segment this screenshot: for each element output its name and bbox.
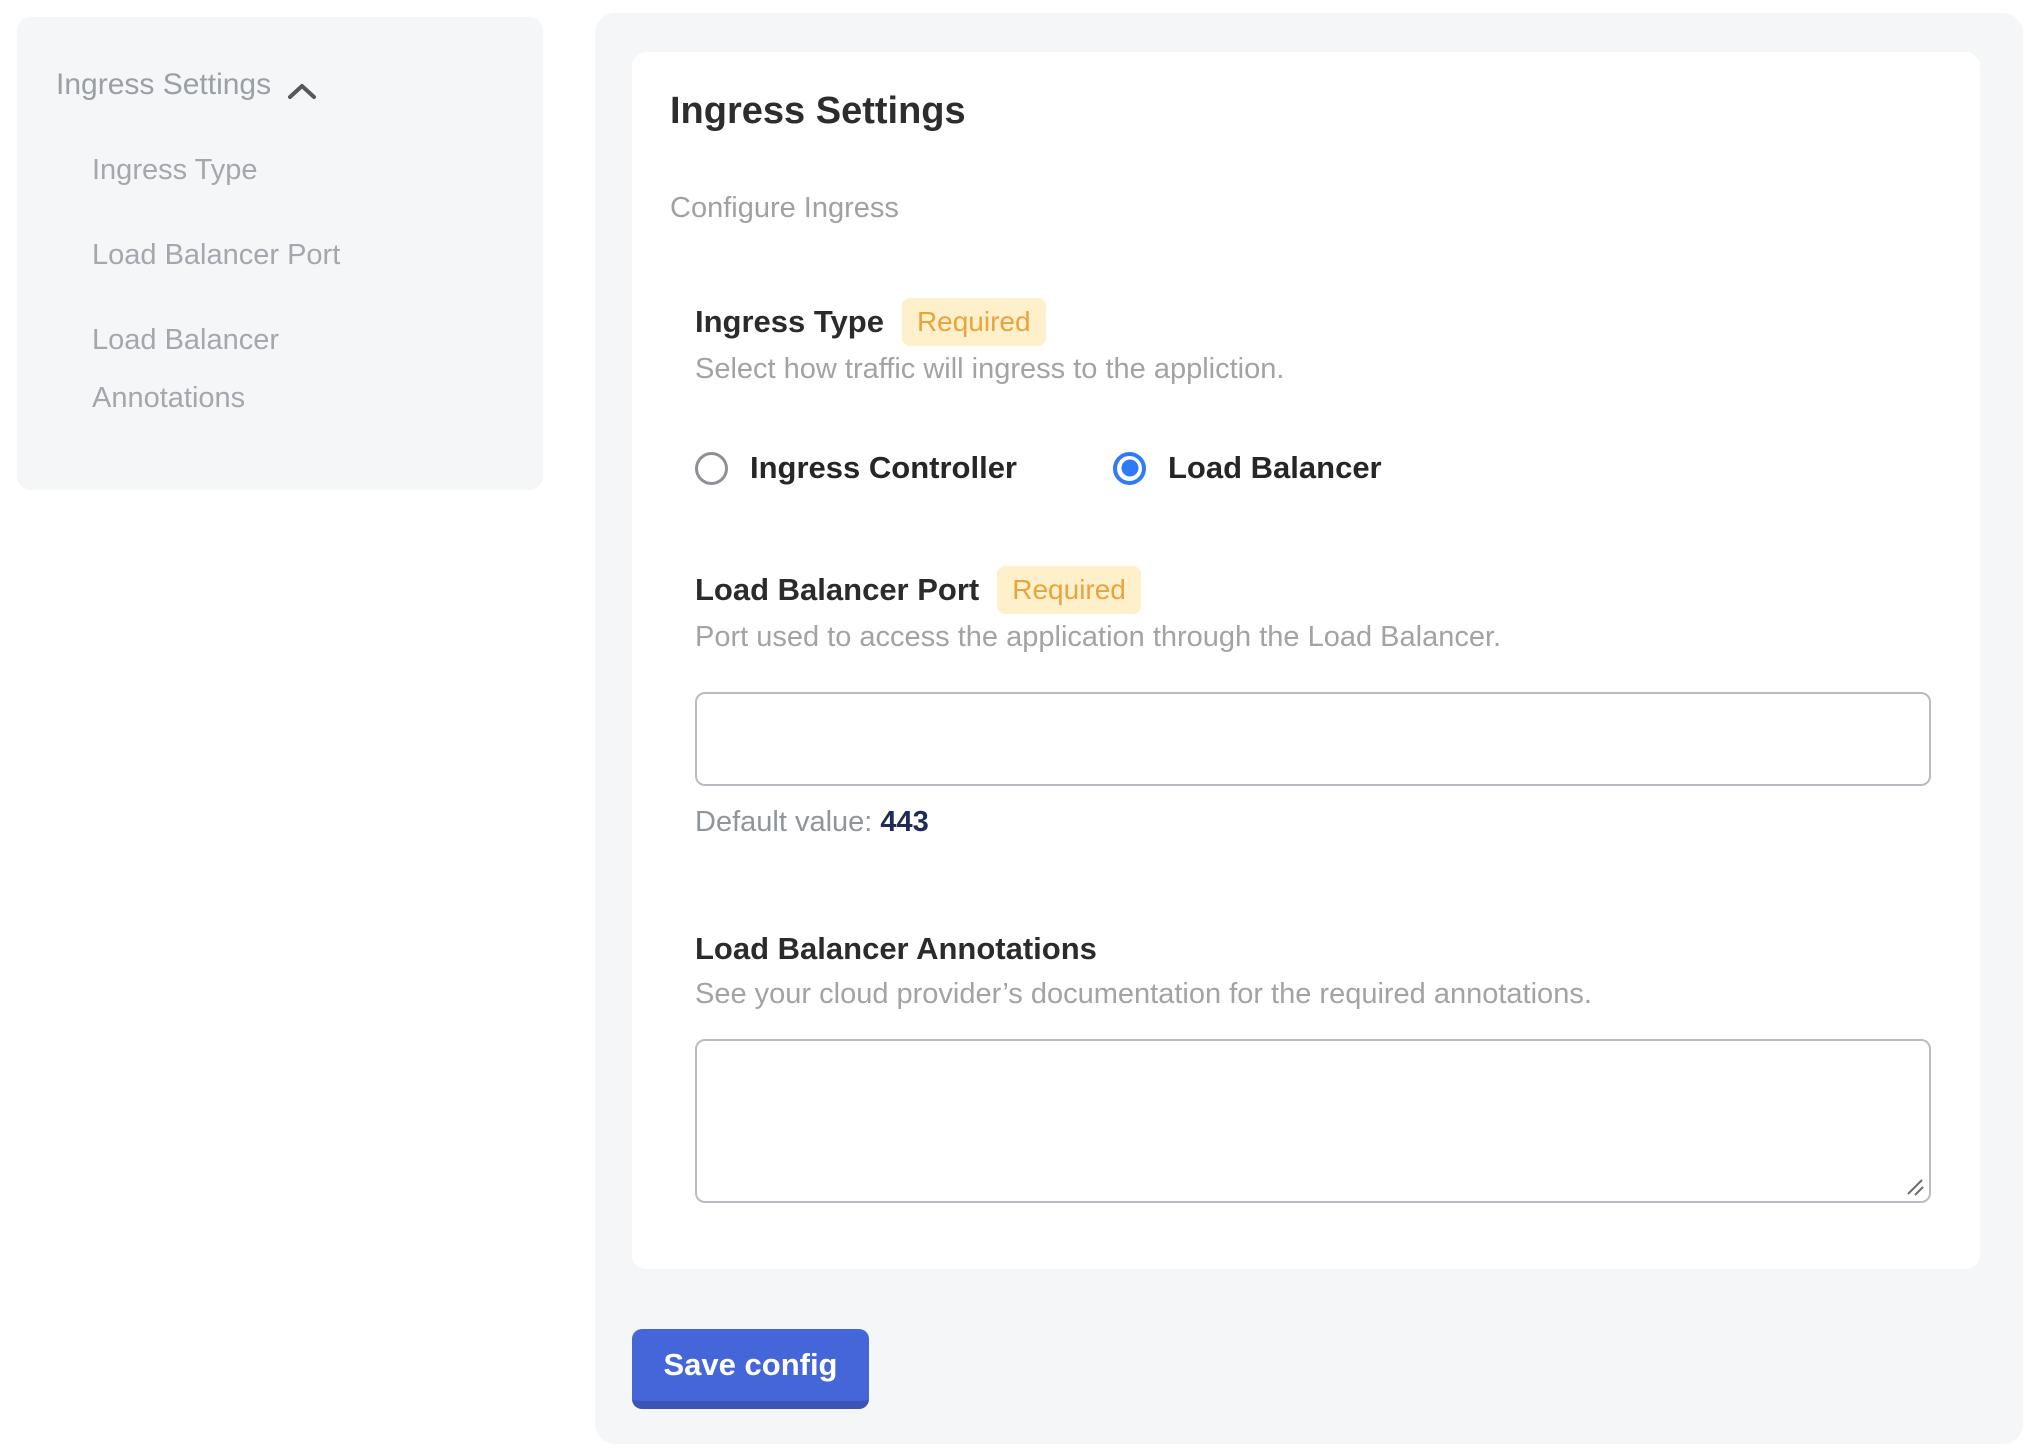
sidebar-item-ingress-type[interactable]: Ingress Type [92,141,422,199]
sidebar-item-list: Ingress Type Load Balancer Port Load Bal… [56,141,503,427]
radio-option-load-balancer[interactable]: Load Balancer [1113,450,1382,486]
default-value-line: Default value:443 [695,806,1932,839]
chevron-up-icon [287,75,317,95]
load-balancer-annotations-description: See your cloud provider’s documentation … [695,975,1932,1013]
radio-selected-icon[interactable] [1113,452,1146,485]
field-load-balancer-port: Load Balancer Port Required Port used to… [695,566,1932,839]
load-balancer-port-label: Load Balancer Port [695,568,979,612]
ingress-settings-card: Ingress Settings Configure Ingress Ingre… [632,52,1980,1269]
required-badge: Required [997,566,1141,614]
sidebar-item-load-balancer-port[interactable]: Load Balancer Port [92,226,422,284]
page-subtitle: Configure Ingress [670,190,1932,226]
page-title: Ingress Settings [670,88,1932,134]
default-value-number: 443 [880,806,928,838]
radio-unselected-icon[interactable] [695,452,728,485]
resize-handle-icon[interactable] [1904,1176,1926,1198]
ingress-type-label: Ingress Type [695,300,884,344]
sidebar-section-ingress-settings[interactable]: Ingress Settings [56,67,503,103]
settings-panel: Ingress Settings Configure Ingress Ingre… [595,13,2023,1444]
save-config-button[interactable]: Save config [632,1329,869,1409]
sidebar-item-load-balancer-annotations[interactable]: Load Balancer Annotations [92,311,422,427]
load-balancer-annotations-label: Load Balancer Annotations [695,927,1097,971]
load-balancer-port-description: Port used to access the application thro… [695,618,1932,656]
load-balancer-annotations-textarea[interactable] [695,1039,1931,1203]
sidebar-section-label: Ingress Settings [56,67,271,103]
load-balancer-port-input[interactable] [695,692,1931,786]
ingress-type-radio-group: Ingress Controller Load Balancer [695,450,1932,486]
field-ingress-type: Ingress Type Required Select how traffic… [695,298,1932,486]
radio-option-ingress-controller[interactable]: Ingress Controller [695,450,1017,486]
required-badge: Required [902,298,1046,346]
default-value-label: Default value: [695,806,872,838]
radio-label-load-balancer: Load Balancer [1168,450,1382,486]
field-load-balancer-annotations: Load Balancer Annotations See your cloud… [695,927,1932,1203]
config-nav-sidebar: Ingress Settings Ingress Type Load Balan… [17,17,543,490]
radio-label-ingress-controller: Ingress Controller [750,450,1017,486]
ingress-type-description: Select how traffic will ingress to the a… [695,350,1932,388]
